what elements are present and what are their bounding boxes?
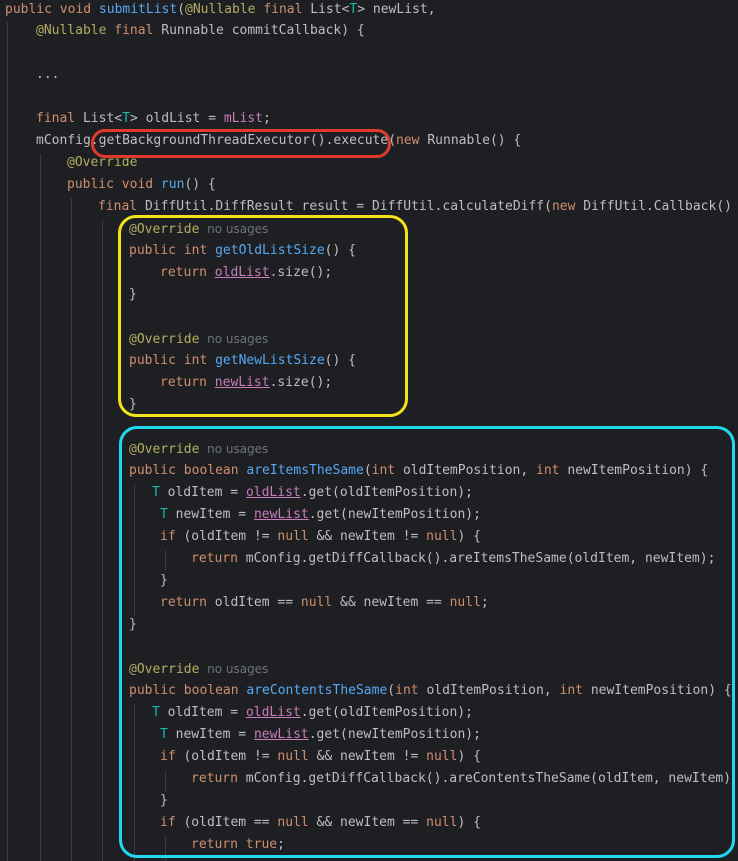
indent-guide	[71, 198, 72, 861]
code-token: Runnable commitCallback) {	[161, 23, 365, 38]
code-token: Runnable() {	[427, 133, 522, 148]
code-token: () {	[184, 177, 216, 192]
code-token: DiffUtil.Callback()	[583, 199, 732, 214]
code-token: List<	[82, 111, 123, 126]
code-line[interactable]: final List<T> oldList = mList;	[36, 108, 271, 130]
code-token: final	[263, 2, 311, 17]
code-token: run	[160, 177, 185, 192]
code-line[interactable]: @Nullable final Runnable commitCallback)…	[36, 20, 365, 42]
code-token: DiffUtil.DiffResult result = DiffUtil.ca…	[144, 199, 552, 214]
code-line[interactable]: ...	[36, 64, 59, 86]
code-token: ;	[263, 111, 271, 126]
code-token: > oldList =	[129, 111, 224, 126]
code-token: new	[396, 133, 428, 148]
code-token: mList	[223, 111, 263, 126]
code-token: T	[122, 111, 130, 126]
code-token: (	[177, 2, 186, 17]
code-token: ...	[36, 67, 60, 82]
code-token: @Nullable	[36, 23, 115, 38]
code-token: submitList	[98, 2, 178, 17]
highlight-box-cyan	[119, 426, 735, 858]
code-token: @Nullable	[185, 2, 264, 17]
code-line[interactable]: public void run() {	[67, 174, 216, 196]
indent-guide	[7, 22, 8, 861]
code-token: final	[98, 199, 145, 214]
code-token: > newList,	[357, 2, 436, 17]
code-token: public void	[67, 177, 161, 192]
code-token: final	[114, 23, 162, 38]
highlight-box-yellow	[118, 215, 408, 417]
code-token: final	[36, 111, 83, 126]
code-token: public void	[5, 2, 99, 17]
indent-guide	[102, 220, 103, 861]
indent-guide	[40, 154, 41, 861]
code-token: List<	[310, 2, 350, 17]
code-token: new	[551, 199, 584, 214]
highlight-box-red	[91, 129, 391, 158]
code-line[interactable]: public void submitList(@Nullable final L…	[5, 0, 436, 21]
